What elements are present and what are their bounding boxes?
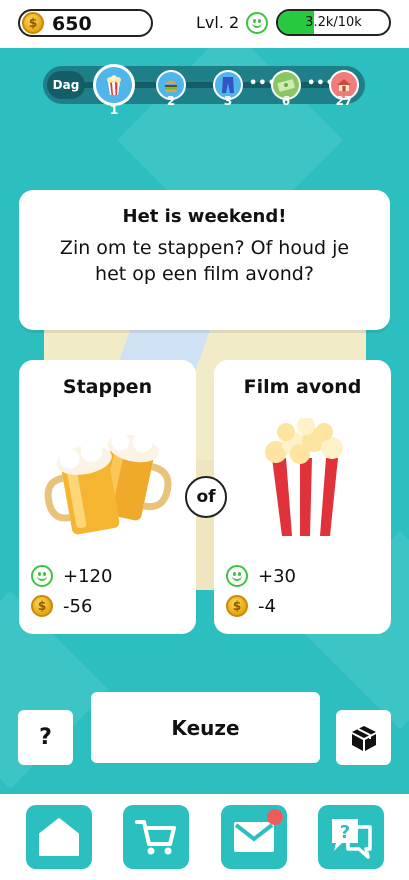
mail-icon — [234, 822, 274, 852]
happiness-stat: +120 — [31, 564, 112, 588]
cart-icon — [135, 820, 176, 855]
burger-icon — [165, 80, 177, 92]
box-icon — [351, 725, 376, 751]
happiness-icon — [226, 565, 248, 587]
level-label: Lvl. 2 — [196, 13, 240, 32]
or-badge: of — [185, 476, 227, 518]
home-icon — [39, 818, 79, 856]
jeans-icon — [222, 77, 234, 93]
top-bar: $ 650 Lvl. 2 3.2k/10k — [0, 0, 409, 48]
xp-progress-text: 3.2k/10k — [305, 15, 362, 30]
money-icon — [277, 79, 295, 92]
xp-progress-bar: 3.2k/10k — [276, 9, 391, 36]
nav-help-button[interactable]: ? — [318, 805, 384, 869]
money-value: -56 — [63, 595, 93, 617]
notification-dot — [267, 809, 283, 825]
help-button[interactable]: ? — [18, 710, 73, 765]
coin-icon: $ — [31, 595, 53, 617]
choice-card-film-avond[interactable]: Film avond +30 $ -4 — [214, 360, 391, 634]
day-node-2[interactable]: 2 — [156, 70, 186, 108]
popcorn-icon — [264, 418, 343, 536]
coin-icon: $ — [22, 12, 44, 34]
beer-mugs-icon — [44, 432, 172, 535]
happiness-value: +30 — [258, 565, 296, 587]
happiness-icon — [246, 12, 268, 34]
choose-button[interactable]: Keuze — [91, 692, 320, 763]
money-value: -4 — [258, 595, 276, 617]
day-node-number: 6 — [281, 94, 291, 108]
bottom-nav: ? — [0, 794, 409, 880]
day-node-6[interactable]: 6 — [271, 70, 301, 108]
day-node-number: 2 — [166, 94, 176, 108]
house-icon — [337, 79, 351, 91]
coin-counter: $ 650 — [18, 9, 153, 37]
choice-title: Stappen — [62, 376, 153, 398]
money-stat: $ -56 — [31, 594, 92, 618]
coin-value: 650 — [52, 13, 92, 35]
day-label: Dag — [47, 71, 85, 99]
happiness-icon — [31, 565, 53, 587]
question-text: Zin om te stappen? Of houd je het op een… — [59, 237, 350, 285]
choice-card-stappen[interactable]: Stappen +120 $ -56 — [19, 360, 196, 634]
day-node-27[interactable]: 27 — [329, 70, 359, 108]
day-node-number: 1 — [109, 103, 119, 117]
box-button[interactable] — [336, 710, 391, 765]
happiness-stat: +30 — [226, 564, 296, 588]
day-node-1[interactable]: 1 — [93, 64, 135, 117]
coin-icon: $ — [226, 595, 248, 617]
nav-mail-button[interactable] — [221, 805, 287, 869]
nav-home-button[interactable] — [26, 805, 92, 869]
day-node-3[interactable]: 3 — [213, 70, 243, 108]
money-stat: $ -4 — [226, 594, 276, 618]
help-chat-icon: ? — [332, 819, 372, 859]
svg-text:?: ? — [340, 822, 350, 843]
question-title: Het is weekend! — [122, 206, 287, 227]
nav-shop-button[interactable] — [123, 805, 189, 869]
choice-title: Film avond — [243, 376, 362, 398]
day-progress-track: Dag 1 2 3 ••• 6 ••• 27 — [43, 64, 365, 117]
day-node-number: 3 — [223, 94, 233, 108]
day-node-number: 27 — [335, 94, 353, 108]
popcorn-icon — [107, 75, 121, 95]
question-card: Het is weekend! Zin om te stappen? Of ho… — [19, 190, 390, 330]
happiness-value: +120 — [63, 565, 113, 587]
